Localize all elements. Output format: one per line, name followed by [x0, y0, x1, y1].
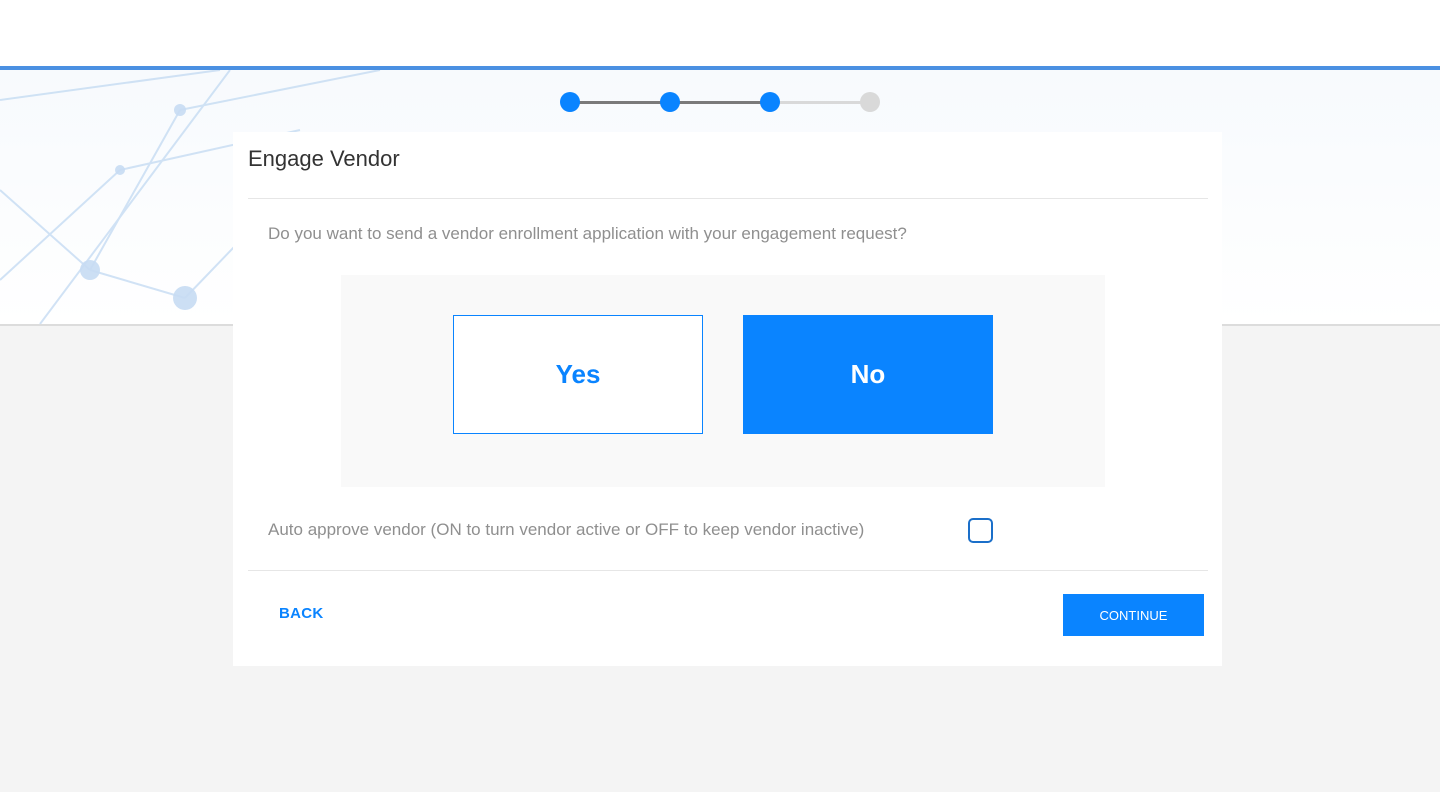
progress-stepper — [560, 92, 880, 112]
no-option-button[interactable]: No — [743, 315, 993, 434]
step-connector-2 — [670, 101, 770, 104]
title-divider — [248, 198, 1208, 199]
auto-approve-checkbox[interactable] — [968, 518, 993, 543]
step-connector-3 — [770, 101, 870, 104]
continue-button[interactable]: CONTINUE — [1063, 594, 1204, 636]
step-dot-1 — [560, 92, 580, 112]
auto-approve-label: Auto approve vendor (ON to turn vendor a… — [268, 520, 865, 539]
page-title: Engage Vendor — [248, 146, 400, 171]
back-button[interactable]: BACK — [279, 605, 324, 622]
step-dot-4 — [860, 92, 880, 112]
top-header-bar — [0, 0, 1440, 70]
choice-panel: Yes No — [341, 275, 1105, 487]
enrollment-question: Do you want to send a vendor enrollment … — [268, 224, 907, 243]
footer-divider — [248, 570, 1208, 571]
step-dot-3 — [760, 92, 780, 112]
step-dot-2 — [660, 92, 680, 112]
engage-vendor-card: Engage Vendor Do you want to send a vend… — [233, 132, 1222, 666]
step-connector-1 — [570, 101, 670, 104]
yes-option-button[interactable]: Yes — [453, 315, 703, 434]
